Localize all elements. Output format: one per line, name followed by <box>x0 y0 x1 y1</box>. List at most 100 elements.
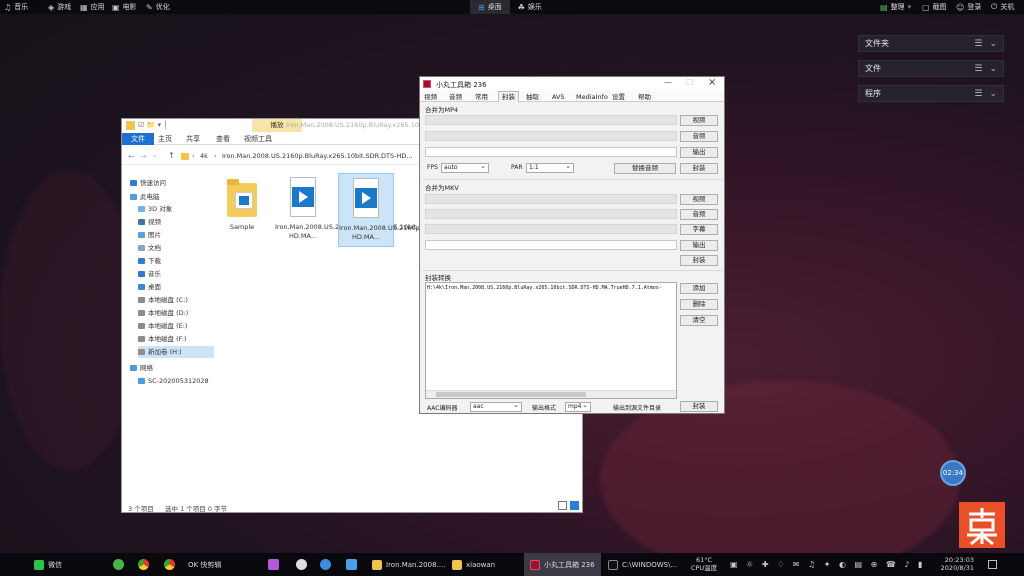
file-item-video-selected[interactable]: Iron.Man.2008.US.2160p.BluRay.x265.10bit… <box>338 173 513 247</box>
topbar-login[interactable]: ☺ 登录 <box>956 0 981 14</box>
baidu-netdisk-icon[interactable] <box>320 559 331 570</box>
convert-delete-button[interactable]: 删除 <box>680 299 718 310</box>
widget-programs[interactable]: 程序 ☰ ⌄ <box>858 85 1004 102</box>
tab-view[interactable]: 查看 <box>210 133 236 145</box>
up-arrow-icon[interactable]: ↑ <box>168 151 175 160</box>
tab-common[interactable]: 常用 <box>475 92 488 102</box>
quick-access-toolbar[interactable]: ☑ 📁 ▾ │ <box>138 121 167 129</box>
taskbar-video-editor[interactable]: OK 快剪辑 <box>188 553 221 576</box>
tab-avs[interactable]: AVS <box>552 92 565 102</box>
breadcrumb-4k[interactable]: 4k <box>200 152 208 160</box>
topbar-entertainment[interactable]: ☘ 娱乐 <box>510 0 550 14</box>
par-select[interactable]: 1:1 <box>526 162 574 173</box>
topbar-music[interactable]: ♫ 音乐 <box>4 0 28 14</box>
list-icon[interactable]: ☰ <box>974 64 982 74</box>
list-item[interactable]: H:\4k\Iron.Man.2008.US.2160p.BluRay.x265… <box>427 285 676 291</box>
mp4-output-path[interactable] <box>425 147 677 157</box>
settings-gear-icon[interactable] <box>296 559 307 570</box>
mp4-mux-button[interactable]: 封装 <box>680 163 718 174</box>
taskbar-explorer-ironman[interactable]: Iron.Man.2008.... <box>368 553 449 576</box>
nav-item[interactable]: 本地磁盘 (D:) <box>138 307 188 319</box>
tab-mediainfo[interactable]: MediaInfo <box>576 92 608 102</box>
chrome-icon[interactable] <box>164 559 175 570</box>
mkv-audio-path[interactable] <box>425 209 677 219</box>
mkv-subtitle-button[interactable]: 字幕 <box>680 224 718 235</box>
horizontal-scrollbar[interactable] <box>426 390 676 398</box>
notification-icon[interactable] <box>988 560 997 569</box>
nav-item[interactable]: 音乐 <box>138 268 161 280</box>
convert-add-button[interactable]: 添加 <box>680 283 718 294</box>
taskbar-xiaowan-toolbox[interactable]: 小丸工具箱 236 <box>524 553 601 576</box>
taskbar-explorer-xiaowan[interactable]: xiaowan <box>448 553 499 576</box>
output-format-select[interactable]: mp4 <box>565 401 591 412</box>
widget-folders[interactable]: 文件夹 ☰ ⌄ <box>858 35 1004 52</box>
large-icons-view-icon[interactable] <box>570 501 579 510</box>
nav-item[interactable]: SC-202005312028 <box>138 375 209 387</box>
nav-item[interactable]: 网络 <box>130 362 153 374</box>
app-icon[interactable] <box>268 559 279 570</box>
convert-file-list[interactable]: H:\4k\Iron.Man.2008.US.2160p.BluRay.x265… <box>425 282 677 399</box>
topbar-optimize[interactable]: ✎ 优化 <box>146 0 170 14</box>
tab-file[interactable]: 文件 <box>122 133 154 145</box>
app-logo-icon[interactable] <box>959 502 1005 548</box>
nav-item[interactable]: 图片 <box>138 229 161 241</box>
nav-item[interactable]: 视频 <box>138 216 161 228</box>
topbar-apps[interactable]: ▦ 应用 <box>80 0 105 14</box>
nav-item[interactable]: 此电脑 <box>130 191 160 203</box>
app-icon[interactable] <box>113 559 124 570</box>
close-icon[interactable]: × <box>708 77 716 88</box>
nav-item[interactable]: 新加卷 (H:) <box>138 346 214 358</box>
nav-item[interactable]: 本地磁盘 (C:) <box>138 294 188 306</box>
tab-settings[interactable]: 设置 <box>612 92 625 102</box>
mp4-output-button[interactable]: 输出 <box>680 147 718 158</box>
feather-icon[interactable] <box>346 559 357 570</box>
details-view-icon[interactable] <box>558 501 567 510</box>
nav-item[interactable]: 桌面 <box>138 281 161 293</box>
chevron-down-icon[interactable]: ⌄ <box>989 39 997 49</box>
system-tray-icons[interactable]: ▣ ☼ ✚ ♢ ✉ ♫ ✦ ◐ ▤ ⊕ ☎ ♪ ▮ <box>730 560 925 569</box>
tab-home[interactable]: 主页 <box>152 133 178 145</box>
replace-audio-button[interactable]: 替换音频 <box>614 163 676 174</box>
output-to-source-label[interactable]: 输出到源文件目录 <box>613 403 661 412</box>
nav-item[interactable]: 下载 <box>138 255 161 267</box>
nav-item[interactable]: 文档 <box>138 242 161 254</box>
chevron-down-icon[interactable]: ⌄ <box>989 89 997 99</box>
tab-share[interactable]: 共享 <box>180 133 206 145</box>
mkv-video-path[interactable] <box>425 194 677 204</box>
file-item-sample[interactable]: Sample <box>214 177 270 232</box>
topbar-movies[interactable]: ▣ 电影 <box>112 0 137 14</box>
mp4-video-button[interactable]: 视频 <box>680 115 718 126</box>
topbar-shutdown[interactable]: ⏻ 关机 <box>991 0 1014 14</box>
taskbar-cmd[interactable]: C:\WINDOWS\... <box>604 553 681 576</box>
tab-video-tools[interactable]: 视频工具 <box>238 133 278 145</box>
nav-item[interactable]: 本地磁盘 (F:) <box>138 333 187 345</box>
mkv-subtitle-path[interactable] <box>425 224 677 234</box>
aac-encoder-select[interactable]: aac <box>470 401 522 412</box>
maximize-icon[interactable]: ☐ <box>686 78 693 87</box>
recent-dropdown-icon[interactable]: ⌄ <box>152 152 157 159</box>
back-arrow-icon[interactable]: ← <box>128 152 135 161</box>
mp4-audio-path[interactable] <box>425 131 677 141</box>
nav-item[interactable]: 3D 对象 <box>138 203 172 215</box>
fps-select[interactable]: auto <box>441 162 489 173</box>
topbar-desktop[interactable]: ⊞ 桌面 <box>470 0 510 14</box>
topbar-screenshot[interactable]: ▢ 截图 <box>922 0 947 14</box>
convert-mux-button[interactable]: 封装 <box>680 401 718 412</box>
tab-video[interactable]: 视频 <box>424 92 437 102</box>
mp4-video-path[interactable] <box>425 115 677 125</box>
nav-item[interactable]: 本地磁盘 (E:) <box>138 320 187 332</box>
tab-mux[interactable]: 封装 <box>498 91 519 102</box>
mkv-mux-button[interactable]: 封装 <box>680 255 718 266</box>
mkv-output-button[interactable]: 输出 <box>680 240 718 251</box>
tab-help[interactable]: 帮助 <box>638 92 651 102</box>
minimize-icon[interactable]: — <box>664 78 672 87</box>
mkv-video-button[interactable]: 视频 <box>680 194 718 205</box>
floating-timer-badge[interactable]: 02:34 <box>940 460 966 486</box>
tab-extract[interactable]: 抽取 <box>526 92 539 102</box>
topbar-organize[interactable]: ▤ 整理 ▾ <box>880 0 911 14</box>
file-item-video[interactable]: Iron.Man.2008.US.2160p.BluRay.x265.10bit… <box>275 177 449 241</box>
list-icon[interactable]: ☰ <box>974 89 982 99</box>
forward-arrow-icon[interactable]: → <box>140 152 147 161</box>
chrome-icon[interactable] <box>138 559 149 570</box>
mkv-audio-button[interactable]: 音频 <box>680 209 718 220</box>
